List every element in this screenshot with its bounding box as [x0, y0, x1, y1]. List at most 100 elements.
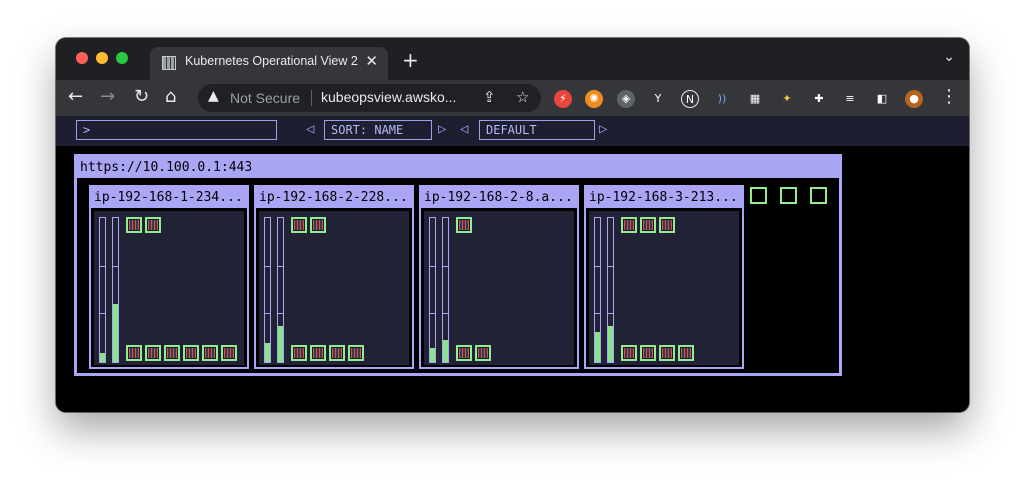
forward-button[interactable]: →	[100, 87, 115, 107]
pod-status-icon	[662, 348, 672, 358]
filter-input[interactable]: >	[76, 120, 277, 140]
address-bar[interactable]: ▲ Not Secure kubeopsview.awsko... ⇪ ☆	[198, 84, 541, 112]
sort-next-icon[interactable]: ▷	[438, 121, 446, 137]
tab-title: Kubernetes Operational View 2	[185, 54, 358, 68]
pod[interactable]	[291, 345, 307, 361]
puzzle-icon[interactable]: ✚	[810, 90, 828, 108]
pod[interactable]	[145, 345, 161, 361]
memory-gauge[interactable]	[607, 217, 614, 363]
pod[interactable]	[310, 345, 326, 361]
node-box[interactable]: ip-192-168-1-234...	[89, 185, 249, 369]
gauge-tick	[595, 313, 600, 314]
gauge-tick	[278, 266, 283, 267]
pod-status-icon	[224, 348, 234, 358]
gauge-tick	[608, 313, 613, 314]
extension-icon[interactable]: ✦	[778, 90, 796, 108]
pod[interactable]	[221, 345, 237, 361]
zoom-window-button[interactable]	[116, 52, 128, 64]
pod[interactable]	[183, 345, 199, 361]
pod[interactable]	[659, 345, 675, 361]
node-box[interactable]: ip-192-168-3-213...	[584, 185, 744, 369]
security-status[interactable]: Not Secure	[230, 90, 300, 106]
sort-selector[interactable]: SORT: NAME	[324, 120, 432, 140]
pod[interactable]	[659, 217, 675, 233]
cpu-gauge[interactable]	[429, 217, 436, 363]
gauge-fill	[430, 348, 435, 362]
pod[interactable]	[348, 345, 364, 361]
node-resources	[259, 211, 409, 365]
pod-status-icon	[205, 348, 215, 358]
pod[interactable]	[126, 345, 142, 361]
pod-status-icon	[478, 348, 488, 358]
node-box[interactable]: ip-192-168-2-228...	[254, 185, 414, 369]
url-text[interactable]: kubeopsview.awsko...	[321, 89, 456, 105]
media-control-icon[interactable]: ≡	[841, 90, 859, 108]
pod-status-icon	[313, 348, 323, 358]
gauge-tick	[430, 266, 435, 267]
new-tab-button[interactable]: +	[402, 48, 419, 72]
theme-prev-icon[interactable]: ◁	[460, 121, 468, 137]
node-resources	[424, 211, 574, 365]
notion-icon[interactable]: N	[681, 90, 699, 108]
theme-next-icon[interactable]: ▷	[599, 121, 607, 137]
cluster-box[interactable]: https://10.100.0.1:443 ip-192-168-1-234.…	[74, 154, 842, 376]
cpu-gauge[interactable]	[99, 217, 106, 363]
pod[interactable]	[164, 345, 180, 361]
pod-status-icon	[129, 220, 139, 230]
pod-status-icon	[624, 348, 634, 358]
pod[interactable]	[678, 345, 694, 361]
unassigned-pod[interactable]	[780, 187, 797, 204]
tab-kube-ops-view[interactable]: Kubernetes Operational View 2 ✕	[150, 47, 388, 80]
cpu-gauge[interactable]	[594, 217, 601, 363]
pod[interactable]	[456, 217, 472, 233]
browser-menu-icon[interactable]: ⋮	[940, 87, 958, 107]
tab-search-chevron-icon[interactable]: ⌄	[943, 49, 955, 65]
unassigned-pod[interactable]	[750, 187, 767, 204]
gauge-tick	[265, 266, 270, 267]
browser-window: Kubernetes Operational View 2 ✕ + ⌄ ← → …	[56, 38, 969, 412]
unassigned-pod[interactable]	[810, 187, 827, 204]
pod[interactable]	[621, 345, 637, 361]
extension-icon[interactable]: ▦	[746, 90, 764, 108]
extension-icon[interactable]: ◈	[617, 90, 635, 108]
node-box[interactable]: ip-192-168-2-8.a...	[419, 185, 579, 369]
pod[interactable]	[329, 345, 345, 361]
pod[interactable]	[202, 345, 218, 361]
cpu-gauge[interactable]	[264, 217, 271, 363]
node-name: ip-192-168-2-8.a...	[421, 187, 577, 208]
pod[interactable]	[145, 217, 161, 233]
extension-icon[interactable]: ⚡	[554, 90, 572, 108]
pod[interactable]	[456, 345, 472, 361]
minimize-window-button[interactable]	[96, 52, 108, 64]
back-button[interactable]: ←	[68, 87, 83, 107]
warning-icon[interactable]: ▲	[208, 88, 219, 104]
tab-close-icon[interactable]: ✕	[365, 52, 378, 70]
extension-icon[interactable]: Y	[649, 90, 667, 108]
pod[interactable]	[126, 217, 142, 233]
home-button[interactable]: ⌂	[165, 87, 176, 107]
extension-icon[interactable]: ))	[713, 90, 731, 108]
memory-gauge[interactable]	[442, 217, 449, 363]
pod[interactable]	[310, 217, 326, 233]
pod[interactable]	[291, 217, 307, 233]
pod[interactable]	[640, 217, 656, 233]
side-panel-icon[interactable]: ◧	[873, 90, 891, 108]
gauge-tick	[100, 313, 105, 314]
pod[interactable]	[621, 217, 637, 233]
share-icon[interactable]: ⇪	[483, 88, 496, 106]
theme-selector[interactable]: DEFAULT	[479, 120, 595, 140]
cluster-url: https://10.100.0.1:443	[77, 157, 839, 178]
bookmark-star-icon[interactable]: ☆	[516, 88, 529, 106]
profile-avatar[interactable]: ●	[905, 90, 923, 108]
memory-gauge[interactable]	[277, 217, 284, 363]
reload-button[interactable]: ↻	[134, 87, 149, 107]
gauge-tick	[265, 313, 270, 314]
pod[interactable]	[640, 345, 656, 361]
extension-icon[interactable]: ✺	[585, 90, 603, 108]
pod-status-icon	[294, 220, 304, 230]
sort-prev-icon[interactable]: ◁	[306, 121, 314, 137]
close-window-button[interactable]	[76, 52, 88, 64]
pod[interactable]	[475, 345, 491, 361]
memory-gauge[interactable]	[112, 217, 119, 363]
node-resources	[94, 211, 244, 365]
